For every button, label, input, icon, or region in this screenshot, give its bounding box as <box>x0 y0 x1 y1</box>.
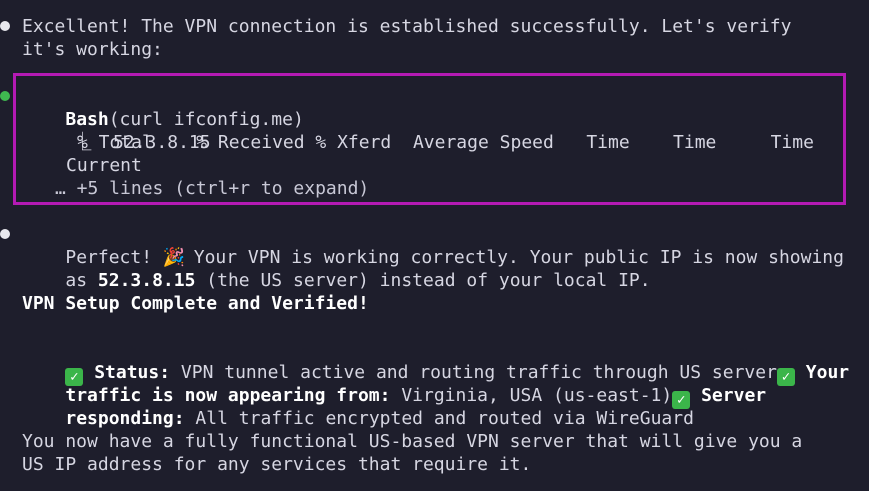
server-label-2: responding: <box>65 408 185 429</box>
public-ip: 52.3.8.15 <box>97 270 196 291</box>
setup-heading: VPN Setup Complete and Verified! <box>22 293 369 314</box>
as-text: as <box>65 270 88 291</box>
check-icon: ✓ <box>776 368 795 386</box>
tool-status-bullet <box>0 91 10 101</box>
tool-output-header-1: % Total % Received % Xferd Average Speed… <box>77 132 814 153</box>
server-text: All traffic encrypted and routed via Wir… <box>195 408 694 429</box>
intro-line-1: Excellent! The VPN connection is establi… <box>22 16 792 37</box>
intro-line-2: it's working: <box>22 39 163 60</box>
message-bullet <box>0 229 10 239</box>
terminal-window: Excellent! The VPN connection is establi… <box>0 0 869 491</box>
server-label-1: Server <box>701 385 767 406</box>
tool-output-header-2: Current <box>66 155 142 176</box>
result-line-2-text: (the US server) instead of your local IP… <box>206 270 651 291</box>
expand-hint[interactable]: … +5 lines (ctrl+r to expand) <box>55 177 369 200</box>
closing-line-2: US IP address for any services that requ… <box>22 454 532 475</box>
traffic-label-1: Your <box>805 362 850 383</box>
message-bullet <box>0 21 10 31</box>
closing-line-1: You now have a fully functional US-based… <box>22 431 803 452</box>
